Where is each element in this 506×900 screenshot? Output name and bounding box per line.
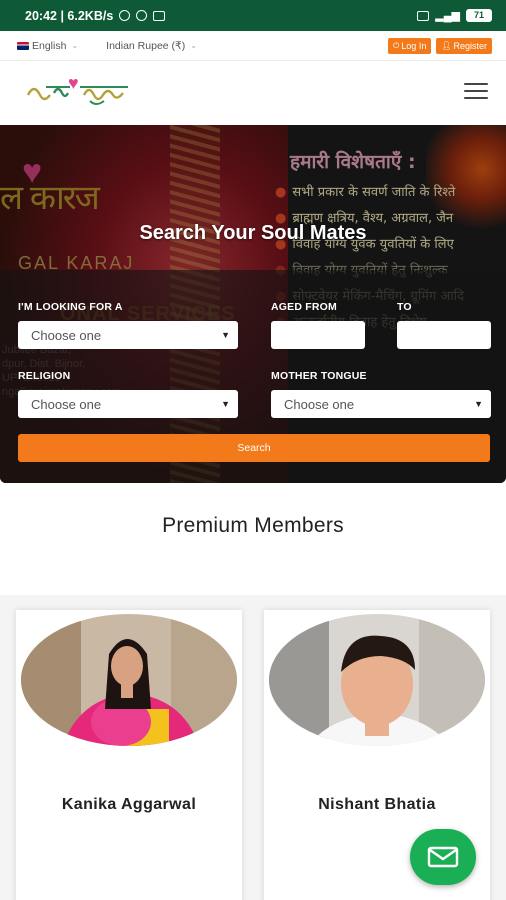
hero-title: Search Your Soul Mates	[139, 222, 367, 244]
register-button[interactable]: 👤︎ Register	[436, 37, 492, 54]
premium-members-title: Premium Members	[162, 514, 344, 537]
mother-tongue-select[interactable]: Choose one ▼	[271, 390, 491, 418]
religion-select[interactable]: Choose one ▼	[18, 390, 238, 418]
member-photo[interactable]	[21, 614, 237, 746]
status-bar: 20:42 | 6.2KB/s ▂▄▆ 71	[0, 0, 506, 31]
dropdown-arrow-icon: ▼	[221, 330, 230, 340]
dropdown-arrow-icon: ▼	[221, 399, 230, 409]
looking-for-label: I'M LOOKING FOR A	[18, 301, 123, 313]
contact-mail-button[interactable]	[410, 829, 476, 885]
status-time-speed: 20:42 | 6.2KB/s	[25, 8, 114, 23]
member-photo-image	[21, 614, 237, 746]
hamburger-line	[464, 90, 488, 92]
aged-from-label: AGED FROM	[271, 301, 337, 313]
religion-label: RELIGION	[18, 370, 71, 382]
mother-tongue-label: MOTHER TONGUE	[271, 370, 367, 382]
power-icon: ⏻	[392, 40, 400, 50]
site-logo[interactable]: ♥	[24, 73, 132, 113]
logo-mark	[26, 86, 128, 105]
aged-from-input[interactable]	[271, 321, 365, 349]
religion-value: Choose one	[31, 396, 102, 412]
language-selector[interactable]: English ⌄	[17, 40, 78, 52]
uk-flag-icon	[17, 41, 29, 50]
cast-icon	[153, 10, 166, 21]
search-button[interactable]: Search	[18, 434, 490, 462]
hero-banner: ♥ ल कारज GAL KARAJ ONAL SERVICES Jubilee…	[0, 125, 506, 483]
menu-button[interactable]	[464, 83, 488, 99]
alarm-icon	[119, 10, 131, 21]
register-label: Register	[453, 40, 487, 51]
currency-selector[interactable]: Indian Rupee (₹) ⌄	[106, 40, 197, 52]
login-label: Log In	[401, 40, 427, 51]
login-button[interactable]: ⏻ Log In	[387, 37, 432, 54]
member-photo[interactable]	[269, 614, 485, 746]
member-photo-image	[269, 614, 485, 746]
member-name[interactable]: Kanika Aggarwal	[16, 796, 242, 814]
language-label: English	[32, 39, 67, 52]
chevron-down-icon: ⌄	[71, 41, 79, 50]
hamburger-line	[464, 83, 488, 85]
dropdown-arrow-icon: ▼	[474, 399, 483, 409]
member-card[interactable]: Kanika Aggarwal	[16, 610, 242, 900]
member-name[interactable]: Nishant Bhatia	[264, 796, 490, 814]
sim-icon	[417, 10, 430, 21]
mother-tongue-value: Choose one	[284, 396, 355, 412]
user-icon: 👤︎	[441, 41, 452, 50]
looking-for-value: Choose one	[31, 327, 102, 343]
mail-icon	[427, 846, 459, 868]
to-label: TO	[397, 301, 412, 313]
battery-icon: 71	[466, 9, 492, 22]
search-status-icon	[136, 10, 148, 21]
looking-for-select[interactable]: Choose one ▼	[18, 321, 238, 349]
hamburger-line	[464, 97, 488, 99]
currency-label: Indian Rupee (₹)	[106, 39, 186, 52]
aged-to-input[interactable]	[397, 321, 491, 349]
site-header: ♥	[0, 61, 506, 125]
signal-icon: ▂▄▆	[435, 10, 460, 22]
search-form: I'M LOOKING FOR A Choose one ▼ AGED FROM…	[0, 270, 506, 483]
utility-bar: English ⌄ Indian Rupee (₹) ⌄ ⏻ Log In 👤︎…	[0, 31, 506, 61]
chevron-down-icon: ⌄	[190, 41, 197, 50]
